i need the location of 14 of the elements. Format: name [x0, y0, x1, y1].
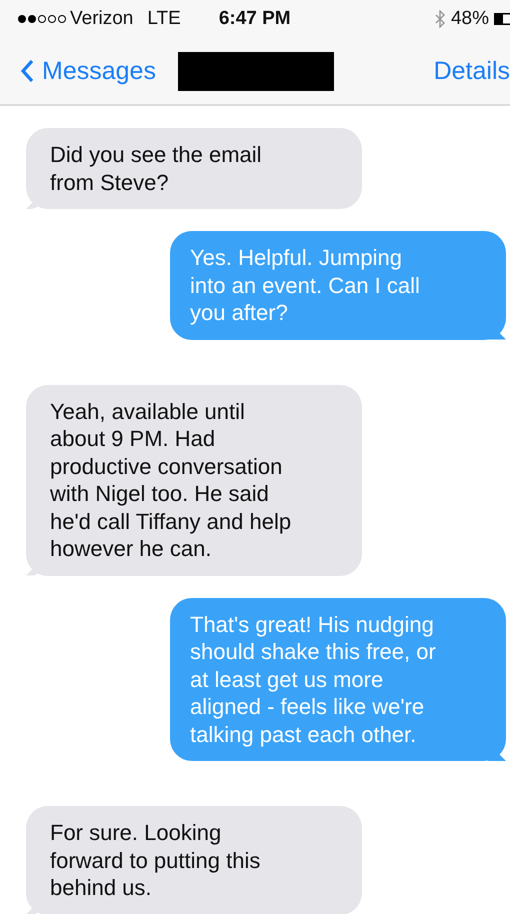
details-link[interactable]: Details	[434, 56, 510, 86]
battery-percent: 48%	[450, 8, 489, 30]
carrier-name: Verizon	[70, 8, 134, 30]
network-type: LTE	[147, 8, 181, 30]
message-bubble: For sure. Looking forward to putting this behind us.	[26, 806, 362, 914]
back-chevron-icon	[20, 59, 34, 83]
signal-icon	[17, 14, 67, 24]
message-bubble: That's great! His nudging should shake this free, or at least get us more aligned - feels like we're talking past each other.	[170, 598, 506, 761]
message-bubble: Yeah, available until about 9 PM. Had productive conversation with Nigel too. He said he'd call Tiffany and help however he can.	[26, 384, 362, 576]
bluetooth-icon	[434, 10, 445, 28]
message-bubble: Yes. Helpful. Jumping into an event. Can I call you after?	[170, 231, 506, 340]
back-button[interactable]: Messages	[20, 56, 156, 86]
clock-time: 6:47 PM	[218, 8, 291, 30]
message-bubble: Did you see the email from Steve?	[26, 128, 362, 209]
